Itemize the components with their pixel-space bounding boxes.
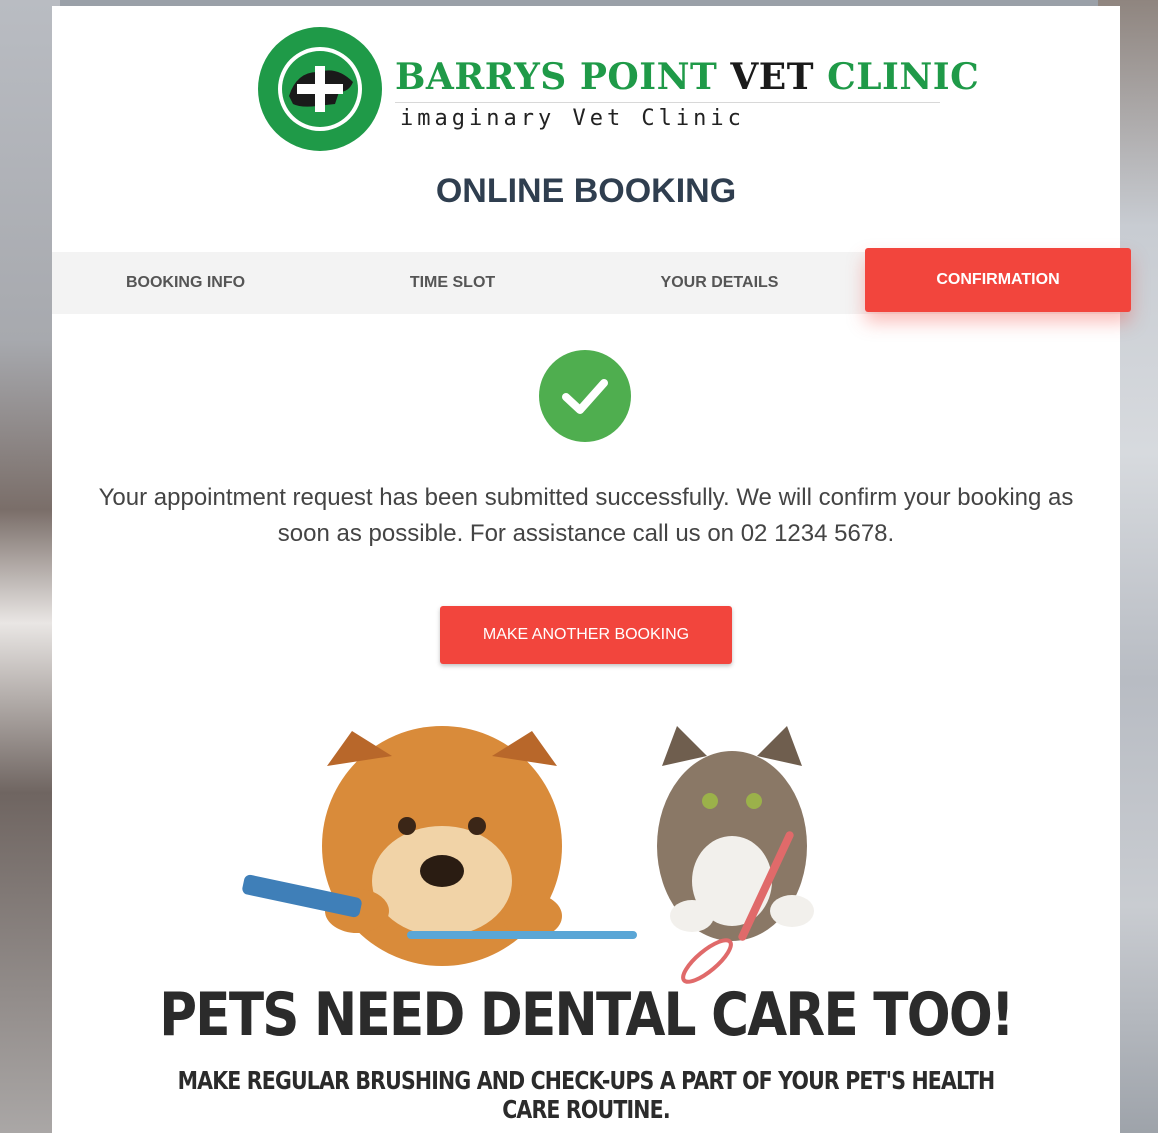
clinic-name-part3: CLINIC: [827, 56, 980, 98]
step-label: BOOKING INFO: [125, 274, 246, 291]
clinic-name-part2: VET: [730, 56, 815, 98]
clinic-name-part1: BARRYS POINT: [395, 56, 718, 98]
brand-divider: [395, 102, 940, 103]
step-your-details[interactable]: YOUR DETAILS: [586, 252, 853, 314]
promo-subline: MAKE REGULAR BRUSHING AND CHECK-UPS A PA…: [177, 1066, 996, 1124]
step-time-slot[interactable]: TIME SLOT: [319, 252, 586, 314]
step-label: TIME SLOT: [409, 274, 496, 291]
clinic-name: BARRYS POINT VET CLINIC: [395, 56, 979, 98]
step-booking-info[interactable]: BOOKING INFO: [52, 252, 319, 314]
background-photo-left: [0, 0, 60, 1133]
clinic-tagline: imaginary Vet Clinic: [400, 106, 745, 131]
confirmation-message: Your appointment request has been submit…: [98, 484, 1074, 547]
step-confirmation[interactable]: CONFIRMATION: [865, 248, 1131, 312]
check-circle-icon: [539, 350, 631, 442]
booking-card: BARRYS POINT VET CLINIC imaginary Vet Cl…: [52, 6, 1131, 1133]
step-label: YOUR DETAILS: [660, 274, 779, 291]
checkmark-icon: [562, 379, 608, 414]
page-title: ONLINE BOOKING: [435, 172, 737, 210]
clinic-header: BARRYS POINT VET CLINIC imaginary Vet Cl…: [52, 6, 1120, 166]
promo-headline: PETS NEED DENTAL CARE TOO!: [159, 980, 1014, 1050]
step-label: CONFIRMATION: [936, 271, 1060, 288]
make-another-booking-button[interactable]: MAKE ANOTHER BOOKING: [440, 606, 732, 664]
booking-steps-nav: BOOKING INFO TIME SLOT YOUR DETAILS CONF…: [52, 248, 1131, 314]
clinic-logo-badge: [258, 27, 382, 151]
dog-and-cat-illustration: [242, 726, 814, 984]
dental-care-promo: PETS NEED DENTAL CARE TOO! MAKE REGULAR …: [52, 706, 1120, 1133]
